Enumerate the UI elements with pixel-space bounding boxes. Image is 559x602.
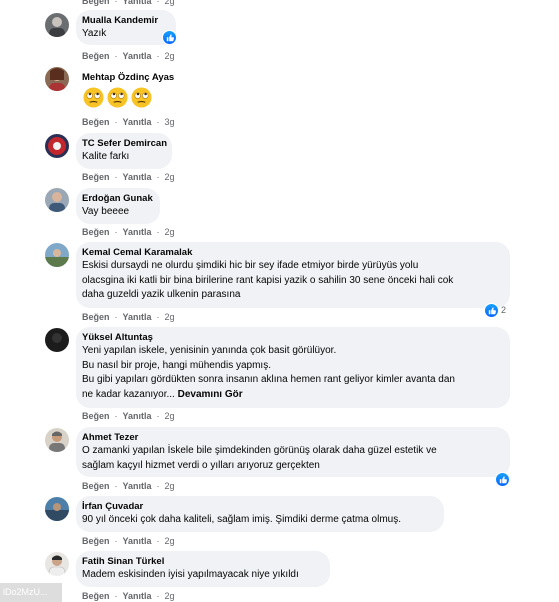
reply-button[interactable]: Yanıtla <box>123 312 152 322</box>
comment-author[interactable]: Ahmet Tezer <box>82 432 504 444</box>
comment-time[interactable]: 2g <box>165 312 175 322</box>
comment-author[interactable]: Yüksel Altuntaş <box>82 332 504 344</box>
comment-author[interactable]: Erdoğan Gunak <box>82 193 154 205</box>
avatar[interactable] <box>45 67 69 91</box>
comment-author[interactable]: Kemal Cemal Karamalak <box>82 247 504 259</box>
like-button[interactable]: Beğen <box>82 312 110 322</box>
comment-bubble: Erdoğan Gunak Vay beeee <box>76 188 160 224</box>
rolling-eyes-emoji-icon <box>83 87 104 108</box>
comment-bubble: Mualla Kandemir Yazık <box>76 10 176 45</box>
comment-actions-top: Beğen · Yanıtla · 2g <box>82 0 175 7</box>
comment-text: Yazık <box>82 28 107 39</box>
avatar[interactable] <box>45 552 69 576</box>
comment-bubble: Yüksel Altuntaş Yeni yapılan iskele, yen… <box>76 327 510 408</box>
reply-button[interactable]: Yanıtla <box>123 0 152 6</box>
comment-actions: Beğen · Yanıtla · 2g <box>82 51 175 61</box>
comment-author[interactable]: TC Sefer Demircan <box>82 138 167 150</box>
comment-time[interactable]: 2g <box>165 536 175 546</box>
reply-button[interactable]: Yanıtla <box>123 536 152 546</box>
comment-time[interactable]: 2g <box>165 172 175 182</box>
reply-button[interactable]: Yanıtla <box>123 227 152 237</box>
comment-actions: Beğen · Yanıtla · 2g <box>82 312 175 322</box>
comment-author[interactable]: İrfan Çuvadar <box>82 501 438 513</box>
comment-time[interactable]: 2g <box>165 0 175 6</box>
comment-author[interactable]: Fatih Sinan Türkel <box>82 556 324 568</box>
comment-time[interactable]: 2g <box>165 51 175 61</box>
avatar[interactable] <box>45 497 69 521</box>
comment-actions: Beğen · Yanıtla · 3g <box>82 117 175 127</box>
comment-bubble: TC Sefer Demircan Kalite farkı <box>76 133 172 169</box>
avatar[interactable] <box>45 243 69 267</box>
comment-time[interactable]: 2g <box>165 481 175 491</box>
comment-bubble: Ahmet Tezer O zamanki yapılan İskele bil… <box>76 427 510 477</box>
comment-text: Vay beeee <box>82 206 130 217</box>
like-reaction-icon[interactable] <box>484 303 499 318</box>
comment-text: olacsgina iki katli bir bina birilerine … <box>82 274 454 286</box>
comment-author[interactable]: Mehtap Özdinç Ayas <box>82 72 174 84</box>
like-button[interactable]: Beğen <box>82 51 110 61</box>
like-reaction-icon[interactable] <box>495 472 510 487</box>
comment-time[interactable]: 2g <box>165 227 175 237</box>
comment-actions: Beğen · Yanıtla · 2g <box>82 172 175 182</box>
comment-time[interactable]: 3g <box>165 117 175 127</box>
like-button[interactable]: Beğen <box>82 117 110 127</box>
comment-text-last: ne kadar kazanıyor... Devamını Gör <box>82 388 243 400</box>
reply-button[interactable]: Yanıtla <box>123 51 152 61</box>
comment-bubble: Fatih Sinan Türkel Madem eskisinden iyis… <box>76 551 330 587</box>
comment-text: 90 yıl önceki çok daha kaliteli, sağlam … <box>82 514 402 525</box>
rolling-eyes-emoji-icon <box>107 87 128 108</box>
comment-time[interactable]: 2g <box>165 591 175 601</box>
avatar[interactable] <box>45 188 69 212</box>
like-reaction-icon[interactable] <box>162 30 177 45</box>
avatar[interactable] <box>45 134 69 158</box>
comment-text: daha guzeldi yazik ulkenin parasına <box>82 289 241 300</box>
reaction-count[interactable]: 2 <box>501 305 506 315</box>
comment-text: Bu gibi yapıları gördükten sonra insanın… <box>82 374 455 385</box>
see-more-link[interactable]: Devamını Gör <box>178 389 243 400</box>
reply-button[interactable]: Yanıtla <box>123 411 152 421</box>
avatar[interactable] <box>45 13 69 37</box>
comment-actions: Beğen · Yanıtla · 2g <box>82 591 175 601</box>
like-button[interactable]: Beğen <box>82 481 110 491</box>
comment-time[interactable]: 2g <box>165 411 175 421</box>
comment-text: sağlam kaçyıl hizmet verdi o yılları arı… <box>82 459 320 471</box>
like-button[interactable]: Beğen <box>82 411 110 421</box>
comment-text: Bu nasıl bir proje, hangi mühendis yapmı… <box>82 359 271 371</box>
watermark: lDo2MzU... <box>0 583 62 602</box>
comment-text: Kalite farkı <box>82 151 130 162</box>
emoji-row <box>83 87 155 113</box>
comment-bubble: İrfan Çuvadar 90 yıl önceki çok daha kal… <box>76 496 444 532</box>
reply-button[interactable]: Yanıtla <box>123 591 152 601</box>
reply-button[interactable]: Yanıtla <box>123 117 152 127</box>
rolling-eyes-emoji-icon <box>131 87 152 108</box>
avatar[interactable] <box>45 428 69 452</box>
comment-bubble: Kemal Cemal Karamalak Eskisi dursaydi ne… <box>76 242 510 308</box>
comment-actions: Beğen · Yanıtla · 2g <box>82 536 175 546</box>
comment-text: Madem eskisinden iyisi yapılmayacak niye… <box>82 569 299 580</box>
comment-actions: Beğen · Yanıtla · 2g <box>82 227 175 237</box>
like-button[interactable]: Beğen <box>82 227 110 237</box>
comment-text: Yeni yapılan iskele, yenisinin yanında ç… <box>82 345 337 356</box>
like-button[interactable]: Beğen <box>82 536 110 546</box>
like-button[interactable]: Beğen <box>82 172 110 182</box>
like-button[interactable]: Beğen <box>82 0 110 6</box>
like-button[interactable]: Beğen <box>82 591 110 601</box>
comment-actions: Beğen · Yanıtla · 2g <box>82 411 175 421</box>
reply-button[interactable]: Yanıtla <box>123 172 152 182</box>
comment-text: Eskisi dursaydi ne olurdu şimdiki hic bi… <box>82 260 419 271</box>
comment-actions: Beğen · Yanıtla · 2g <box>82 481 175 491</box>
avatar[interactable] <box>45 328 69 352</box>
comment-text: O zamanki yapılan İskele bile şimdekinde… <box>82 445 437 456</box>
reply-button[interactable]: Yanıtla <box>123 481 152 491</box>
comment-author[interactable]: Mualla Kandemir <box>82 15 170 27</box>
